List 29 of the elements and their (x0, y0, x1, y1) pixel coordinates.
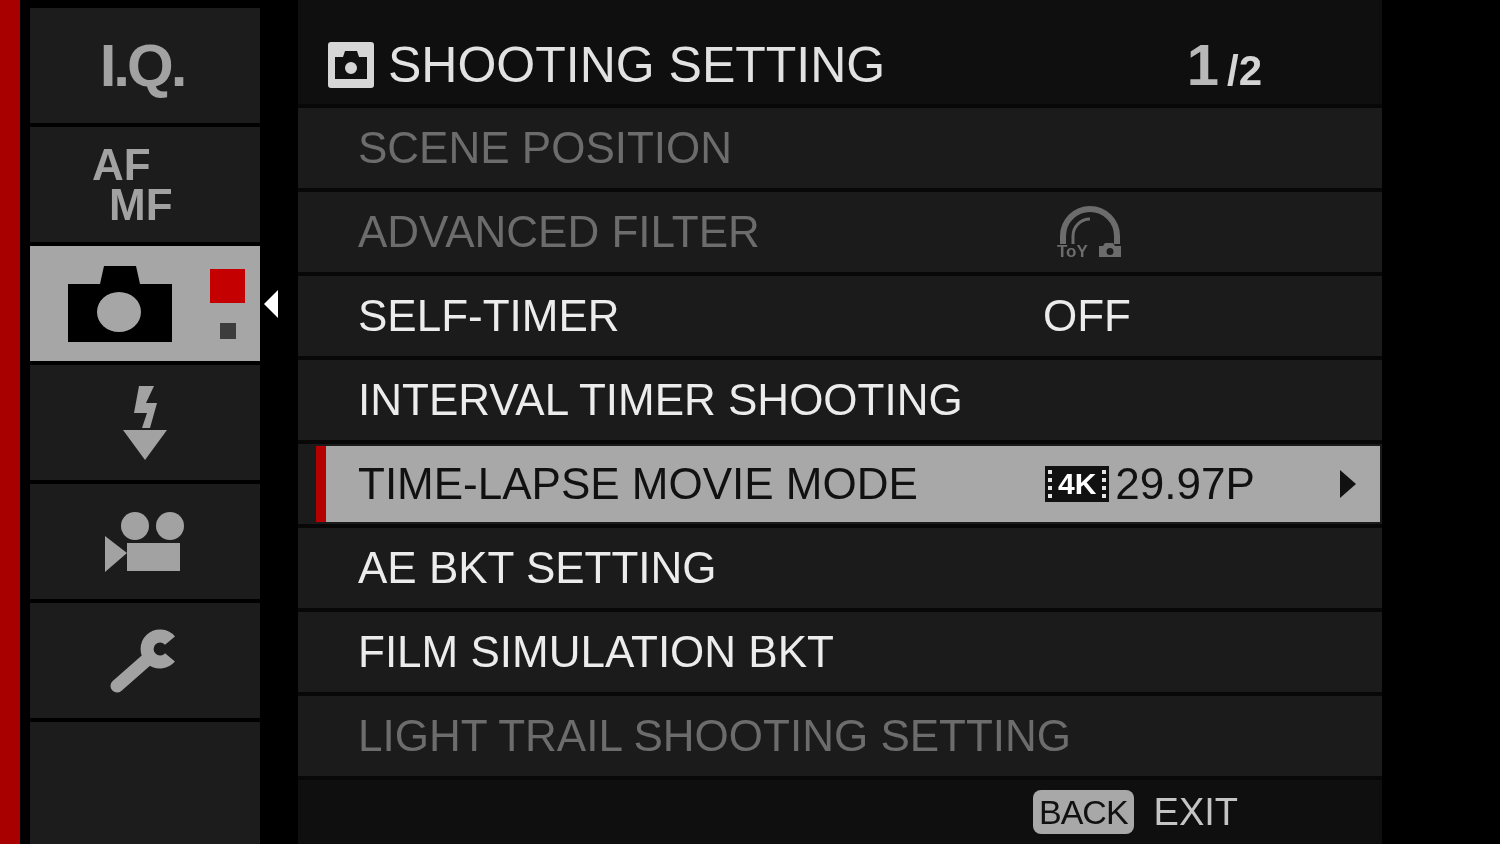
menu-tab[interactable] (30, 246, 260, 361)
menu-tab[interactable]: I.Q. (30, 8, 260, 123)
caret-right-icon (1340, 470, 1356, 498)
menu-title: SHOOTING SETTING (388, 40, 887, 90)
item-value: 29.97P (1115, 462, 1255, 506)
menu-tab[interactable] (30, 603, 260, 718)
item-value: OFF (1043, 294, 1131, 338)
item-label: SCENE POSITION (358, 126, 734, 170)
menu-tab[interactable] (30, 365, 260, 480)
item-label: LIGHT TRAIL SHOOTING SETTING (358, 714, 1072, 758)
menu-tab[interactable] (30, 484, 260, 599)
item-label: INTERVAL TIMER SHOOTING (358, 378, 964, 422)
exit-hint: EXIT (1153, 793, 1239, 831)
menu-tab[interactable]: AF MF (30, 127, 260, 242)
pointer-icon (264, 289, 278, 318)
page-number: 1 (1186, 36, 1219, 94)
item-label: TIME-LAPSE MOVIE MODE (358, 462, 919, 506)
back-key: BACK (1033, 790, 1134, 834)
resolution-badge: 4K (1045, 466, 1110, 502)
item-label: FILM SIMULATION BKT (358, 630, 835, 674)
item-label: ADVANCED FILTER (358, 210, 761, 254)
movie-camera-icon (104, 511, 186, 572)
item-label: SELF-TIMER (358, 294, 621, 338)
page-total: /2 (1226, 50, 1262, 92)
lightning-arrow-icon (123, 385, 167, 460)
camera-icon (328, 42, 374, 88)
item-label: AE BKT SETTING (358, 546, 718, 590)
camera-icon (68, 265, 172, 342)
menu-item[interactable]: TIME-LAPSE MOVIE MODE 4K 29.97P (316, 446, 1380, 522)
